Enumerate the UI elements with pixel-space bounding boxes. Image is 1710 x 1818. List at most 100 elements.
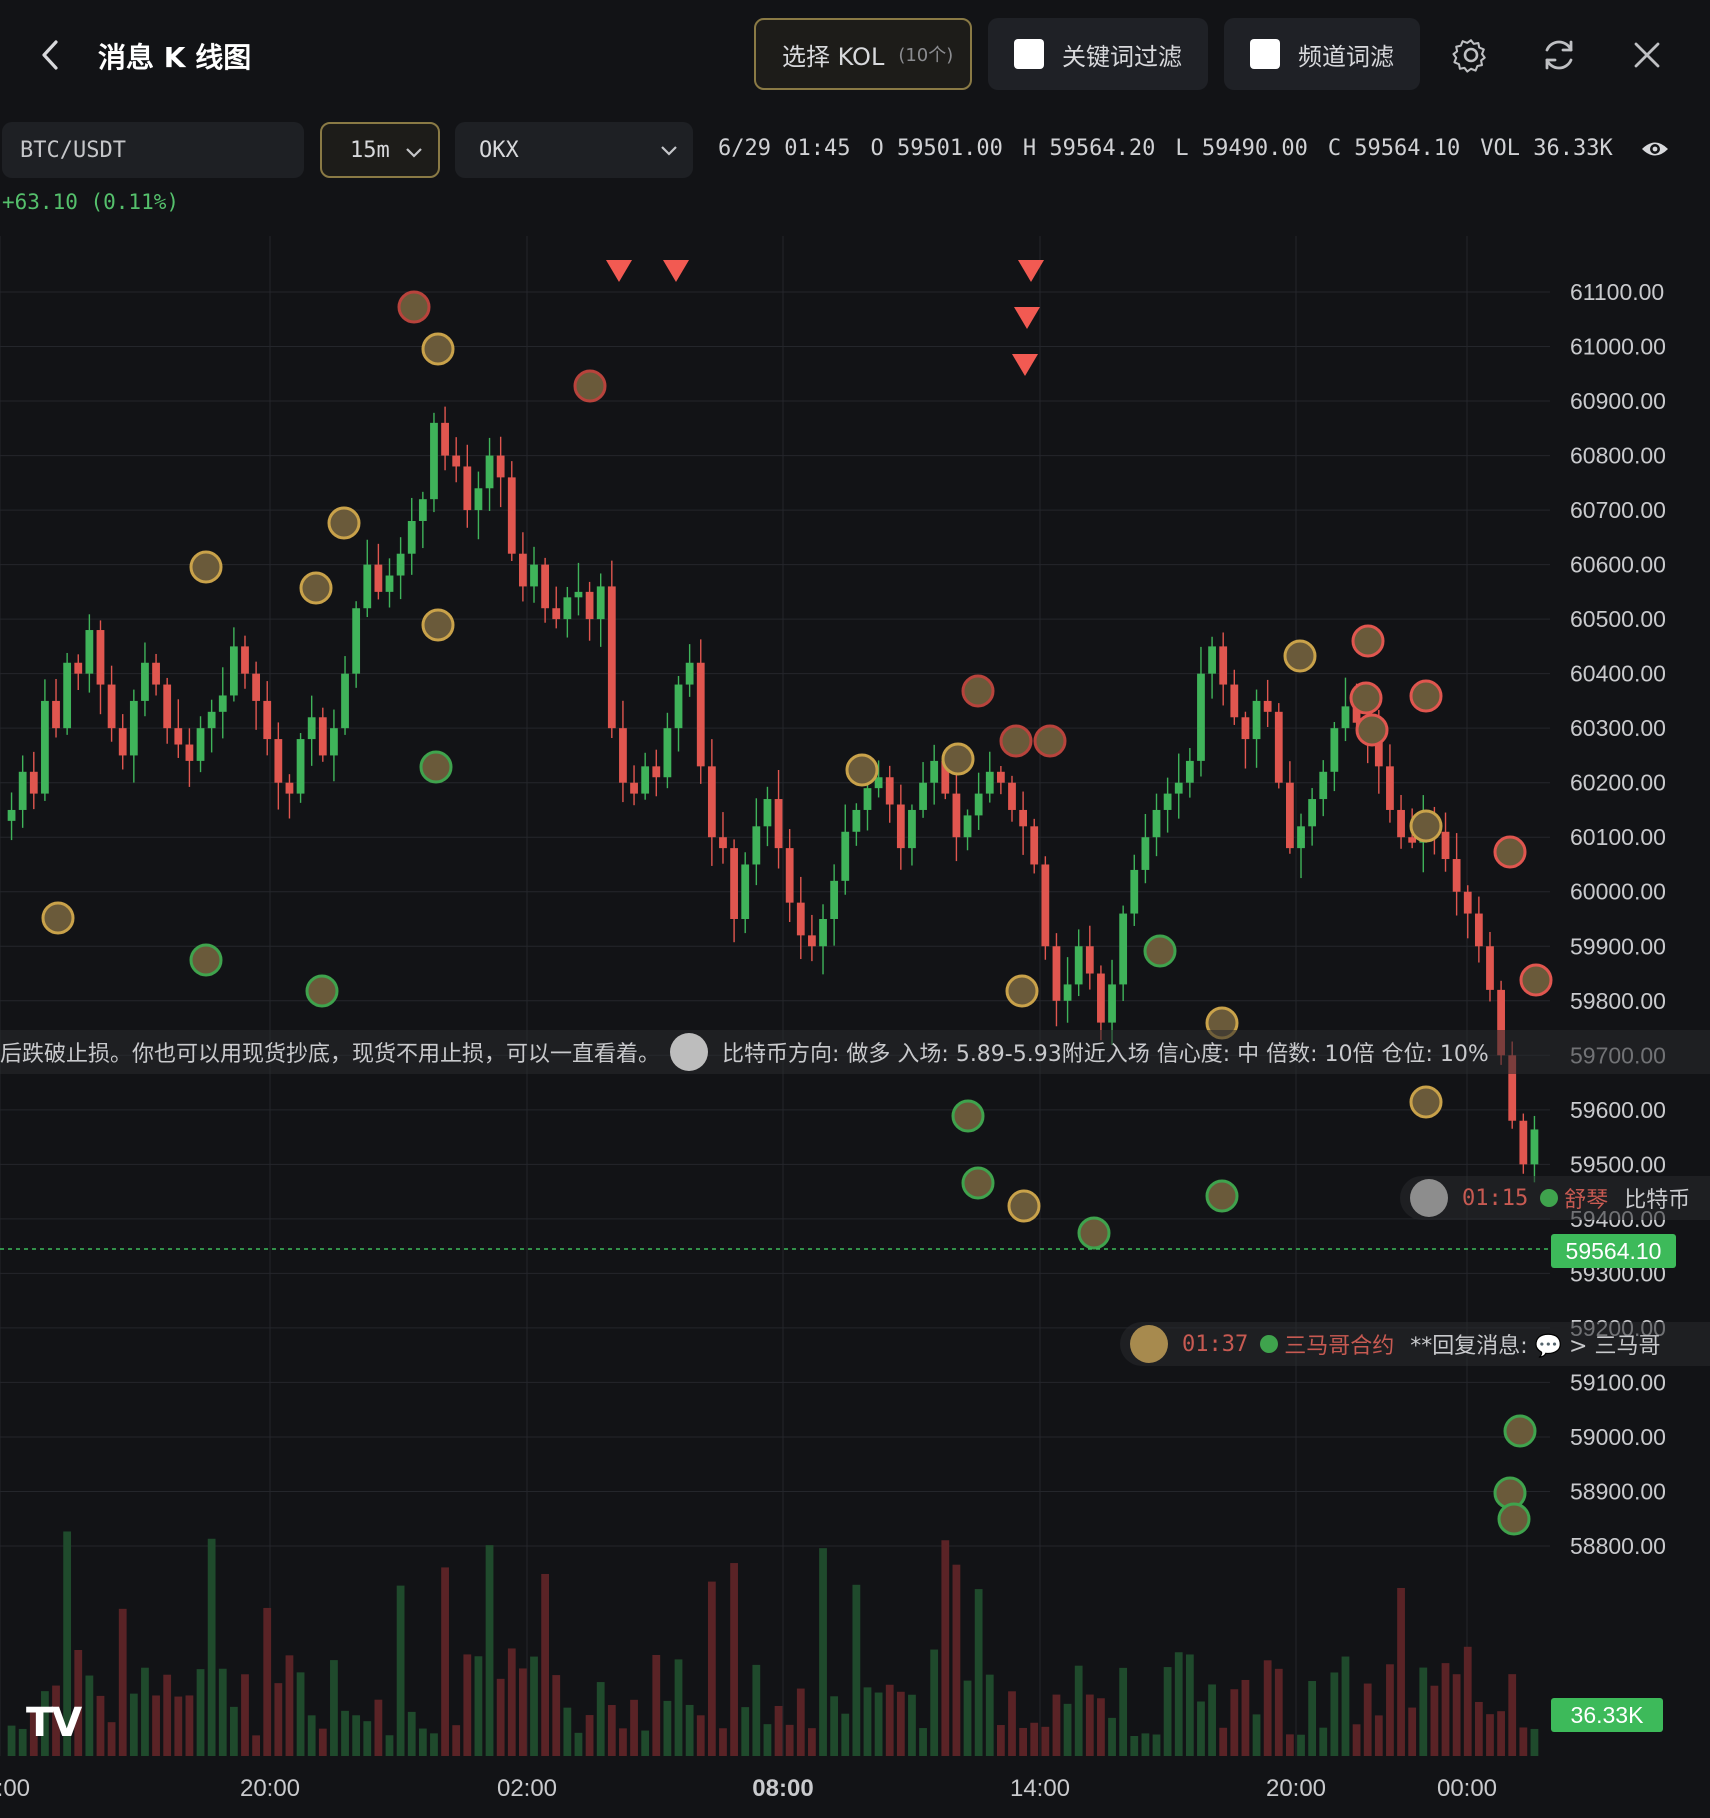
volume-bar xyxy=(1219,1727,1228,1756)
kol-avatar-marker[interactable] xyxy=(1519,963,1553,997)
candle-body xyxy=(41,700,49,794)
kol-avatar-marker[interactable] xyxy=(1409,809,1443,843)
volume-bar xyxy=(474,1656,483,1756)
kol-avatar-marker[interactable] xyxy=(845,753,879,787)
volume-bar xyxy=(596,1682,605,1756)
keyword-filter-checkbox[interactable] xyxy=(1014,39,1044,69)
kol-count: (10个) xyxy=(898,45,954,66)
volume-bar xyxy=(774,1705,783,1756)
volume-bar xyxy=(908,1694,916,1756)
kol-avatar-marker[interactable] xyxy=(41,901,75,935)
volume-bar xyxy=(563,1707,572,1756)
volume-bar xyxy=(952,1564,961,1756)
candle-body xyxy=(896,804,905,849)
kol-avatar-marker[interactable] xyxy=(573,369,607,403)
volume-bar xyxy=(685,1704,694,1756)
message-ticker[interactable]: 01:15 舒琴 比特币 xyxy=(1400,1176,1710,1220)
volume-bar xyxy=(785,1724,794,1756)
kol-avatar-marker[interactable] xyxy=(1205,1179,1239,1213)
kol-avatar-marker[interactable] xyxy=(305,974,339,1008)
kol-avatar-marker[interactable] xyxy=(1283,639,1317,673)
volume-bar xyxy=(796,1688,805,1756)
refresh-icon xyxy=(1545,40,1573,70)
kline-chart[interactable]: 61100.00 61000.00 60900.00 60800.00 60700.00… xyxy=(0,236,1710,1818)
candle-body xyxy=(607,586,616,729)
candle-body xyxy=(307,717,316,740)
price-tick-label: 60300.00 xyxy=(1570,715,1666,741)
refresh-button[interactable] xyxy=(1536,32,1582,78)
channel-filter-checkbox[interactable] xyxy=(1250,39,1280,69)
channel-filter-label: 频道词滤 xyxy=(1298,42,1394,71)
candle-body xyxy=(663,728,672,778)
kol-avatar-marker[interactable] xyxy=(1497,1502,1531,1536)
volume-bar xyxy=(352,1715,361,1756)
close-button[interactable] xyxy=(1624,32,1670,78)
ticker-channel: 三马哥合约 xyxy=(1284,1334,1395,1359)
kol-avatar-marker[interactable] xyxy=(421,332,455,366)
candle-body xyxy=(685,662,694,685)
time-tick-label: 14:00 xyxy=(0,1775,30,1802)
volume-bar xyxy=(218,1668,227,1756)
candle-body xyxy=(1463,891,1472,914)
message-ticker[interactable]: 后跌破止损。你也可以用现货抄底，现货不用止损，可以一直看着。 比特币方向: 做多… xyxy=(0,1030,1710,1074)
ticker-channel: 舒琴 xyxy=(1564,1188,1609,1213)
candle-body xyxy=(919,782,927,810)
kol-avatar-marker[interactable] xyxy=(1351,624,1385,658)
price-tick-label: 58900.00 xyxy=(1570,1478,1666,1504)
kol-avatar-marker[interactable] xyxy=(941,742,975,776)
select-kol-button[interactable]: 选择 KOL (10个) xyxy=(754,18,972,90)
volume-bar xyxy=(863,1687,872,1756)
price-tick-label: 60500.00 xyxy=(1570,606,1666,632)
kol-avatar-marker[interactable] xyxy=(397,290,431,324)
sell-arrow-marker xyxy=(1012,354,1038,376)
kol-avatar-marker[interactable] xyxy=(189,943,223,977)
kol-avatar-marker[interactable] xyxy=(1007,1189,1041,1223)
volume-bar xyxy=(1419,1667,1428,1756)
visibility-toggle[interactable] xyxy=(1640,136,1670,166)
kol-avatar-marker[interactable] xyxy=(999,724,1033,758)
candle-body xyxy=(207,711,216,729)
channel-filter-toggle[interactable]: 频道词滤 xyxy=(1224,18,1420,90)
kol-avatar-marker[interactable] xyxy=(419,750,453,784)
settings-button[interactable] xyxy=(1448,32,1494,78)
candle-body xyxy=(1019,809,1027,827)
interval-select[interactable]: 15m xyxy=(320,122,440,178)
volume-bar xyxy=(441,1567,449,1756)
kol-avatar-marker[interactable] xyxy=(1355,713,1389,747)
volume-bar xyxy=(1063,1703,1072,1756)
volume-bar xyxy=(1286,1734,1294,1756)
kol-avatar-marker[interactable] xyxy=(1077,1216,1111,1250)
volume-bar xyxy=(1474,1701,1483,1756)
candle-body xyxy=(52,700,60,729)
kol-avatar-marker[interactable] xyxy=(1005,974,1039,1008)
kol-avatar-marker[interactable] xyxy=(1493,835,1527,869)
kol-avatar-marker[interactable] xyxy=(421,608,455,642)
volume-bar xyxy=(263,1607,272,1756)
kol-avatar-marker[interactable] xyxy=(1033,724,1067,758)
volume-bar xyxy=(819,1548,827,1756)
kol-avatar-marker[interactable] xyxy=(951,1099,985,1133)
kol-avatar-marker[interactable] xyxy=(1143,934,1177,968)
candle-body xyxy=(785,848,794,903)
kol-avatar-marker[interactable] xyxy=(1503,1414,1537,1448)
kol-avatar-marker[interactable] xyxy=(1409,1085,1443,1119)
keyword-filter-toggle[interactable]: 关键词过滤 xyxy=(988,18,1208,90)
kol-avatar-marker[interactable] xyxy=(327,506,361,540)
message-ticker[interactable]: 01:37 三马哥合约 **回复消息: 💬 > 三马哥 xyxy=(1120,1322,1710,1366)
kol-avatar-marker[interactable] xyxy=(189,550,223,584)
back-button[interactable] xyxy=(30,30,70,80)
candle-body xyxy=(1252,700,1261,740)
candle-body xyxy=(85,630,94,674)
kol-avatar-marker[interactable] xyxy=(1409,679,1443,713)
candle-body xyxy=(1230,684,1239,718)
kol-avatar-marker[interactable] xyxy=(1349,681,1383,715)
candle-body xyxy=(1063,984,1072,1001)
candle-body xyxy=(330,728,338,756)
kol-avatar-marker[interactable] xyxy=(961,1166,995,1200)
symbol-field[interactable]: BTC/USDT xyxy=(2,122,304,178)
kol-avatar-marker[interactable] xyxy=(299,571,333,605)
kol-avatar-marker[interactable] xyxy=(961,674,995,708)
exchange-select[interactable]: OKX xyxy=(455,122,693,178)
candle-body xyxy=(29,771,38,794)
volume-bar xyxy=(1019,1727,1027,1756)
